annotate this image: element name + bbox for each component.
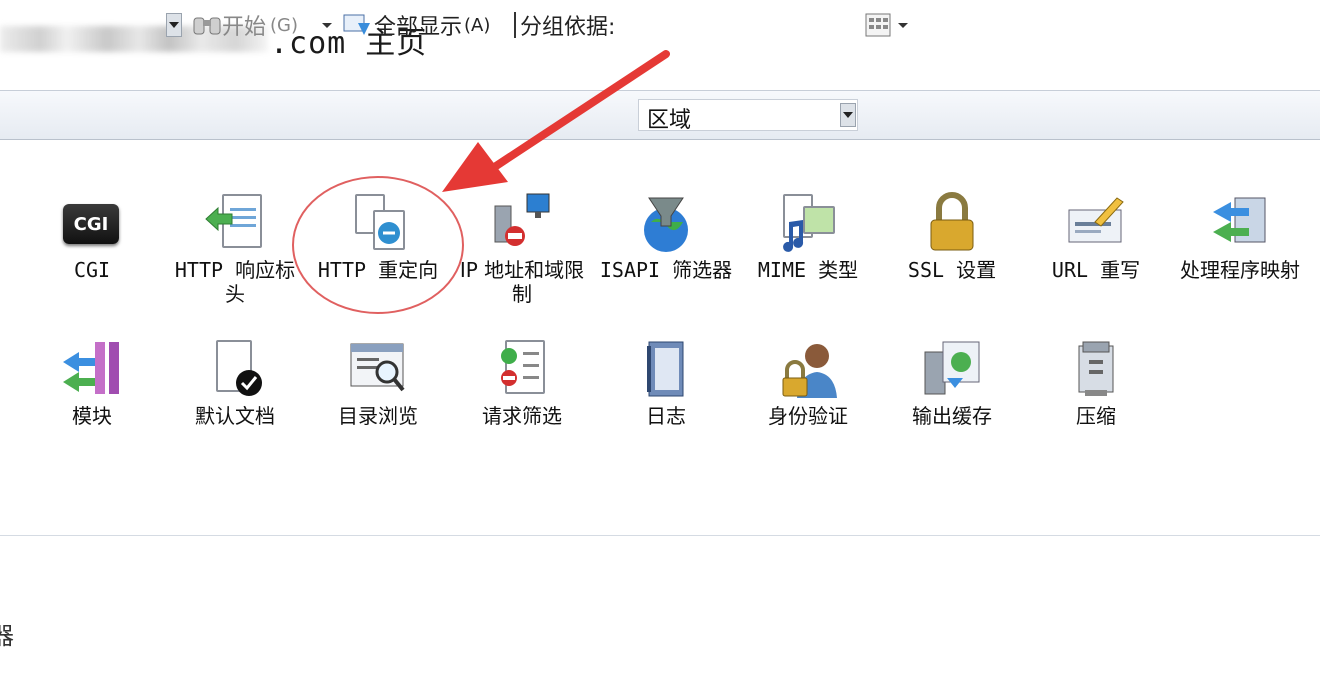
- feature-label: 输出缓存: [912, 404, 992, 428]
- feature-mime-types[interactable]: MIME 类型: [738, 192, 878, 282]
- binoculars-icon: [193, 17, 221, 35]
- group-by: 分组依据:: [510, 9, 615, 41]
- feature-output-caching[interactable]: 输出缓存: [882, 338, 1022, 428]
- compression-icon: [1065, 338, 1127, 400]
- group-by-dropdown-button[interactable]: [840, 99, 856, 131]
- chevron-down-icon: [898, 20, 908, 30]
- start-button[interactable]: 开始 (G): [192, 9, 298, 41]
- start-shortcut: (G): [270, 14, 299, 36]
- feature-label: 压缩: [1076, 404, 1116, 428]
- filter-dropdown-button[interactable]: [166, 9, 182, 41]
- group-by-label: 分组依据:: [520, 15, 616, 40]
- feature-label: 处理程序映射: [1180, 258, 1300, 282]
- feature-label: MIME 类型: [757, 258, 859, 282]
- cgi-icon: CGI: [63, 204, 119, 244]
- feature-label: 身份验证: [768, 404, 848, 428]
- chevron-down-icon: [322, 20, 332, 30]
- feature-handler-mappings[interactable]: 处理程序映射: [1170, 192, 1310, 282]
- start-label: 开始: [222, 15, 267, 40]
- feature-directory-browsing[interactable]: 目录浏览: [308, 338, 448, 428]
- feature-label: 目录浏览: [338, 404, 418, 428]
- feature-label: HTTP 响应标头: [174, 258, 296, 306]
- feature-label: SSL 设置: [907, 258, 997, 282]
- feature-authentication[interactable]: 身份验证: [738, 338, 878, 428]
- feature-label: 模块: [72, 404, 112, 428]
- output-caching-icon: [921, 338, 983, 400]
- show-all-icon: [343, 14, 370, 35]
- http-response-headers-icon: [204, 192, 266, 254]
- feature-label: CGI: [73, 258, 111, 282]
- feature-http-response-headers[interactable]: HTTP 响应标头: [165, 192, 305, 306]
- feature-request-filtering[interactable]: 请求筛选: [452, 338, 592, 428]
- modules-icon: [61, 338, 123, 400]
- partial-footer-text: 器: [0, 622, 14, 650]
- feature-default-document[interactable]: 默认文档: [165, 338, 305, 428]
- feature-ip-domain-restrictions[interactable]: IP 地址和域限制: [452, 192, 592, 306]
- feature-ssl-settings[interactable]: SSL 设置: [882, 192, 1022, 282]
- show-all-shortcut: (A): [464, 14, 491, 36]
- feature-url-rewrite[interactable]: URL 重写: [1026, 192, 1166, 282]
- feature-label: 请求筛选: [482, 404, 562, 428]
- feature-modules[interactable]: 模块: [22, 338, 162, 428]
- annotation-arrow-icon: [442, 50, 670, 192]
- feature-label: IP 地址和域限制: [459, 258, 585, 306]
- stop-dropdown[interactable]: [322, 9, 332, 41]
- feature-isapi-filter[interactable]: ISAPI 筛选器: [596, 192, 736, 282]
- view-button[interactable]: [864, 9, 908, 41]
- feature-label: 默认文档: [195, 404, 275, 428]
- url-rewrite-icon: [1065, 192, 1127, 254]
- view-grid-icon: [865, 13, 891, 37]
- feature-logging[interactable]: 日志: [596, 338, 736, 428]
- logging-icon: [635, 338, 697, 400]
- authentication-icon: [777, 338, 839, 400]
- feature-label: 日志: [646, 404, 686, 428]
- feature-compression[interactable]: 压缩: [1026, 338, 1166, 428]
- feature-label: ISAPI 筛选器: [599, 258, 733, 282]
- mime-types-icon: [777, 192, 839, 254]
- feature-cgi[interactable]: CGI CGI: [22, 192, 162, 282]
- feature-label: URL 重写: [1051, 258, 1141, 282]
- handler-mappings-icon: [1209, 192, 1271, 254]
- default-document-icon: [204, 338, 266, 400]
- ssl-lock-icon: [921, 192, 983, 254]
- show-all-button[interactable]: 全部显示 (A): [342, 9, 490, 41]
- directory-browsing-icon: [347, 338, 409, 400]
- request-filtering-icon: [491, 338, 553, 400]
- toolbar-separator: [514, 12, 516, 38]
- show-all-label: 全部显示: [374, 15, 463, 40]
